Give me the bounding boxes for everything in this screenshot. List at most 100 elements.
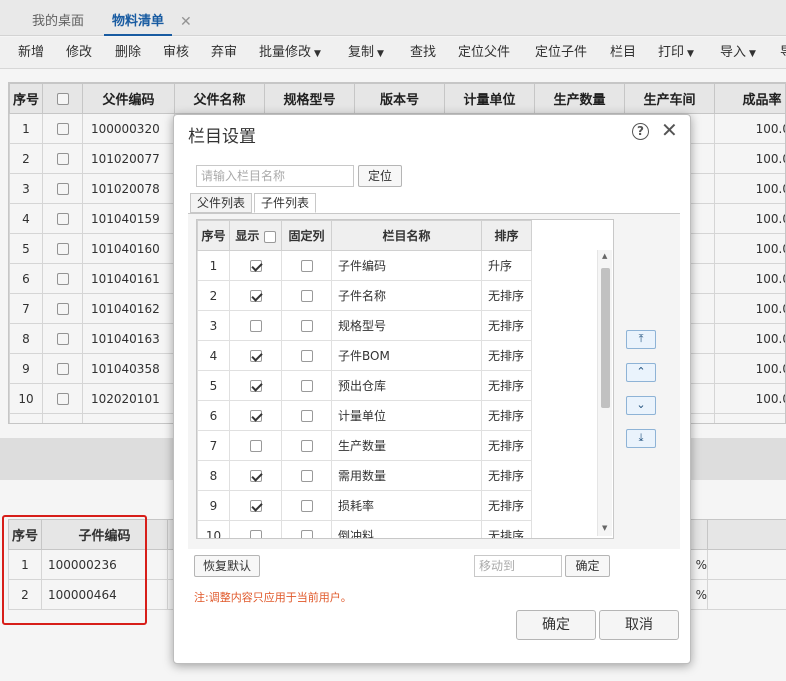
fixed-checkbox[interactable] bbox=[300, 350, 313, 362]
move-to-confirm-button[interactable]: 确定 bbox=[565, 555, 610, 577]
col-row-sort[interactable]: 无排序 bbox=[481, 460, 532, 491]
col-row-name: 损耗率 bbox=[331, 490, 482, 521]
col-row-fixed[interactable] bbox=[281, 250, 332, 281]
col-row-sort[interactable]: 升序 bbox=[481, 250, 532, 281]
col-row-sort[interactable]: 无排序 bbox=[481, 430, 532, 461]
column-setting-row[interactable]: 3 规格型号 无排序 bbox=[197, 310, 532, 341]
col-row-name: 倒冲料 bbox=[331, 520, 482, 538]
show-all-checkbox[interactable] bbox=[263, 230, 276, 243]
col-header-name: 栏目名称 bbox=[331, 220, 482, 251]
col-row-fixed[interactable] bbox=[281, 400, 332, 431]
col-row-seq: 10 bbox=[197, 520, 230, 538]
fixed-checkbox[interactable] bbox=[300, 470, 313, 482]
show-checkbox[interactable] bbox=[249, 380, 262, 392]
cancel-button[interactable]: 取消 bbox=[599, 610, 679, 640]
show-checkbox[interactable] bbox=[249, 260, 262, 272]
col-row-show[interactable] bbox=[229, 430, 282, 461]
scrollbar-thumb[interactable] bbox=[601, 268, 610, 408]
show-checkbox[interactable] bbox=[249, 440, 262, 452]
col-row-sort[interactable]: 无排序 bbox=[481, 370, 532, 401]
col-row-sort[interactable]: 无排序 bbox=[481, 520, 532, 538]
col-header-sort: 排序 bbox=[481, 220, 532, 251]
col-row-seq: 1 bbox=[197, 250, 230, 281]
ok-button[interactable]: 确定 bbox=[516, 610, 596, 640]
col-row-fixed[interactable] bbox=[281, 430, 332, 461]
column-setting-row[interactable]: 8 需用数量 无排序 bbox=[197, 460, 532, 491]
col-row-name: 预出仓库 bbox=[331, 370, 482, 401]
scroll-down-icon[interactable]: ▼ bbox=[602, 524, 607, 532]
columns-scrollbar[interactable]: ▲ ▼ bbox=[597, 250, 612, 536]
move-up-button[interactable]: ⌃ bbox=[626, 363, 656, 382]
col-row-fixed[interactable] bbox=[281, 310, 332, 341]
col-row-sort[interactable]: 无排序 bbox=[481, 400, 532, 431]
col-row-seq: 5 bbox=[197, 370, 230, 401]
column-setting-row[interactable]: 10 倒冲料 无排序 bbox=[197, 520, 532, 538]
tab-child-list[interactable]: 子件列表 bbox=[254, 193, 317, 213]
col-row-fixed[interactable] bbox=[281, 280, 332, 311]
column-setting-row[interactable]: 1 子件编码 升序 bbox=[197, 250, 532, 281]
column-settings-dialog: 栏目设置 ? ✕ 定位 父件列表 子件列表 序号 显示 固定列 栏目名称 排序 … bbox=[173, 114, 691, 664]
col-row-fixed[interactable] bbox=[281, 370, 332, 401]
col-header-fixed: 固定列 bbox=[281, 220, 332, 251]
column-setting-row[interactable]: 2 子件名称 无排序 bbox=[197, 280, 532, 311]
col-row-show[interactable] bbox=[229, 520, 282, 538]
show-checkbox[interactable] bbox=[249, 290, 262, 302]
column-setting-row[interactable]: 9 损耗率 无排序 bbox=[197, 490, 532, 521]
move-to-input[interactable] bbox=[474, 555, 562, 577]
col-row-sort[interactable]: 无排序 bbox=[481, 490, 532, 521]
col-row-seq: 3 bbox=[197, 310, 230, 341]
help-icon[interactable]: ? bbox=[632, 123, 649, 140]
show-checkbox[interactable] bbox=[249, 350, 262, 362]
move-top-button[interactable]: ⤒ bbox=[626, 330, 656, 349]
column-setting-row[interactable]: 5 预出仓库 无排序 bbox=[197, 370, 532, 401]
col-header-show: 显示 bbox=[229, 220, 282, 251]
col-row-fixed[interactable] bbox=[281, 490, 332, 521]
col-row-sort[interactable]: 无排序 bbox=[481, 280, 532, 311]
fixed-checkbox[interactable] bbox=[300, 440, 313, 452]
col-row-name: 规格型号 bbox=[331, 310, 482, 341]
column-setting-row[interactable]: 6 计量单位 无排序 bbox=[197, 400, 532, 431]
col-row-seq: 9 bbox=[197, 490, 230, 521]
move-down-icon: ⌄ bbox=[636, 398, 646, 411]
move-down-button[interactable]: ⌄ bbox=[626, 396, 656, 415]
col-row-show[interactable] bbox=[229, 490, 282, 521]
col-row-show[interactable] bbox=[229, 370, 282, 401]
locate-button[interactable]: 定位 bbox=[358, 165, 402, 187]
col-row-show[interactable] bbox=[229, 460, 282, 491]
show-checkbox[interactable] bbox=[249, 500, 262, 512]
col-row-seq: 8 bbox=[197, 460, 230, 491]
col-row-name: 子件名称 bbox=[331, 280, 482, 311]
col-row-show[interactable] bbox=[229, 340, 282, 371]
move-bottom-button[interactable]: ⤓ bbox=[626, 429, 656, 448]
user-scope-note: 注:调整内容只应用于当前用户。 bbox=[194, 591, 352, 604]
restore-default-button[interactable]: 恢复默认 bbox=[194, 555, 260, 577]
fixed-checkbox[interactable] bbox=[300, 500, 313, 512]
col-row-fixed[interactable] bbox=[281, 340, 332, 371]
fixed-checkbox[interactable] bbox=[300, 260, 313, 272]
col-row-fixed[interactable] bbox=[281, 520, 332, 538]
show-checkbox[interactable] bbox=[249, 530, 262, 538]
column-search-input[interactable] bbox=[196, 165, 354, 187]
col-row-show[interactable] bbox=[229, 250, 282, 281]
col-row-sort[interactable]: 无排序 bbox=[481, 310, 532, 341]
show-checkbox[interactable] bbox=[249, 470, 262, 482]
show-checkbox[interactable] bbox=[249, 320, 262, 332]
show-checkbox[interactable] bbox=[249, 410, 262, 422]
fixed-checkbox[interactable] bbox=[300, 530, 313, 538]
col-row-show[interactable] bbox=[229, 400, 282, 431]
col-row-show[interactable] bbox=[229, 310, 282, 341]
fixed-checkbox[interactable] bbox=[300, 410, 313, 422]
tab-parent-list[interactable]: 父件列表 bbox=[190, 193, 253, 213]
close-icon[interactable]: ✕ bbox=[661, 118, 678, 142]
scroll-up-icon[interactable]: ▲ bbox=[602, 252, 607, 260]
move-up-icon: ⌃ bbox=[636, 365, 646, 378]
fixed-checkbox[interactable] bbox=[300, 290, 313, 302]
column-setting-row[interactable]: 4 子件BOM 无排序 bbox=[197, 340, 532, 371]
column-setting-row[interactable]: 7 生产数量 无排序 bbox=[197, 430, 532, 461]
col-row-name: 需用数量 bbox=[331, 460, 482, 491]
col-row-show[interactable] bbox=[229, 280, 282, 311]
col-row-sort[interactable]: 无排序 bbox=[481, 340, 532, 371]
col-row-fixed[interactable] bbox=[281, 460, 332, 491]
fixed-checkbox[interactable] bbox=[300, 380, 313, 392]
fixed-checkbox[interactable] bbox=[300, 320, 313, 332]
